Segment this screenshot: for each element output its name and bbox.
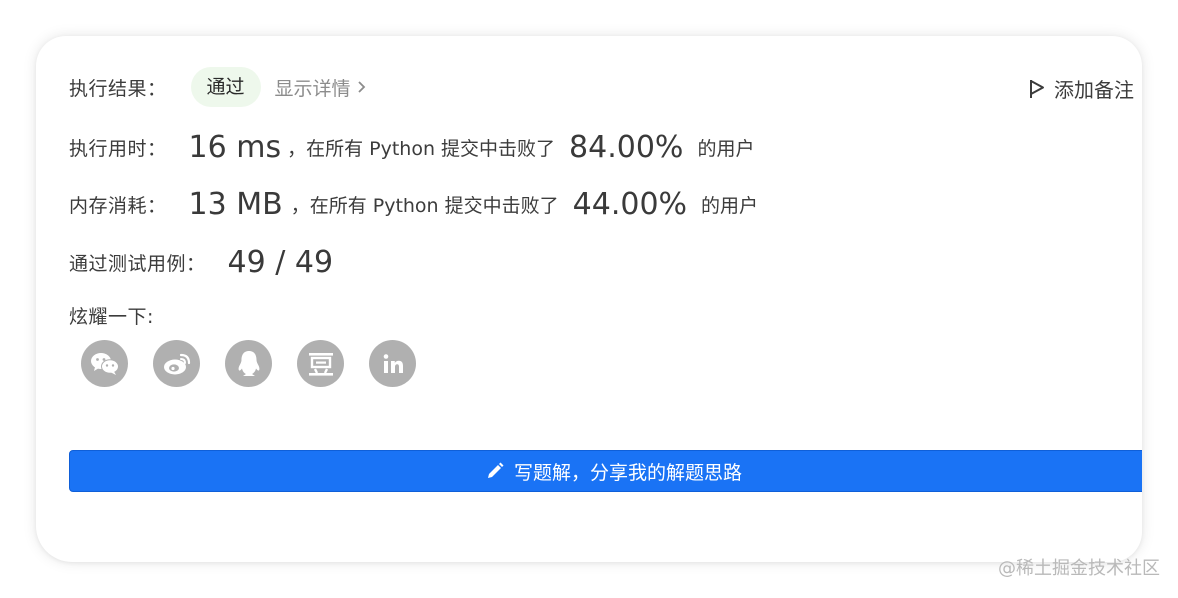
screenshot-stage: 执行结果： 通过 显示详情 添加备注 执行用时： 16 ms ，在所有 Pyth… bbox=[0, 0, 1178, 598]
testcases-label: 通过测试用例： bbox=[69, 252, 206, 275]
memory-label: 内存消耗： bbox=[69, 194, 167, 217]
write-solution-button[interactable]: 写题解，分享我的解题思路 bbox=[69, 450, 1142, 492]
share-weibo-button[interactable] bbox=[153, 340, 200, 387]
add-note-button[interactable]: 添加备注 bbox=[1028, 74, 1134, 103]
testcases-row: 通过测试用例： 49 / 49 bbox=[69, 241, 333, 283]
share-linkedin-button[interactable] bbox=[369, 340, 416, 387]
runtime-suffix: 的用户 bbox=[697, 137, 755, 160]
share-row-label: 炫耀一下: bbox=[69, 300, 154, 330]
result-label: 执行结果： bbox=[69, 77, 167, 100]
runtime-value: 16 ms bbox=[188, 129, 282, 165]
share-label: 炫耀一下: bbox=[69, 305, 154, 328]
share-wechat-button[interactable] bbox=[81, 340, 128, 387]
weibo-icon bbox=[163, 353, 190, 374]
runtime-beat-text: ，在所有 Python 提交中击败了 bbox=[287, 137, 556, 160]
memory-value: 13 MB bbox=[188, 186, 283, 222]
add-note-label: 添加备注 bbox=[1054, 78, 1134, 102]
memory-suffix: 的用户 bbox=[701, 194, 759, 217]
memory-row: 内存消耗： 13 MB ，在所有 Python 提交中击败了 44.00% 的用… bbox=[69, 183, 758, 225]
runtime-row: 执行用时： 16 ms ，在所有 Python 提交中击败了 84.00% 的用… bbox=[69, 126, 754, 168]
qq-icon bbox=[238, 350, 259, 376]
submission-result-card: 执行结果： 通过 显示详情 添加备注 执行用时： 16 ms ，在所有 Pyth… bbox=[36, 36, 1142, 562]
result-row: 执行结果： 通过 显示详情 bbox=[69, 66, 366, 108]
runtime-label: 执行用时： bbox=[69, 137, 167, 160]
runtime-percent: 84.00% bbox=[569, 129, 684, 165]
share-douban-button[interactable] bbox=[297, 340, 344, 387]
share-buttons bbox=[81, 340, 416, 387]
write-solution-label: 写题解，分享我的解题思路 bbox=[513, 461, 742, 484]
testcases-value: 49 / 49 bbox=[227, 244, 334, 280]
status-badge: 通过 bbox=[190, 67, 261, 107]
flag-icon bbox=[1030, 79, 1044, 98]
show-details-label: 显示详情 bbox=[274, 77, 351, 100]
memory-beat-text: ，在所有 Python 提交中击败了 bbox=[290, 194, 559, 217]
watermark-text: @稀土掘金技术社区 bbox=[998, 558, 1160, 579]
douban-icon bbox=[308, 352, 333, 376]
pencil-icon bbox=[487, 462, 504, 478]
share-qq-button[interactable] bbox=[225, 340, 272, 387]
memory-percent: 44.00% bbox=[572, 186, 688, 222]
linkedin-icon bbox=[383, 353, 403, 373]
wechat-icon bbox=[90, 352, 119, 375]
show-details-link[interactable]: 显示详情 bbox=[275, 74, 366, 101]
chevron-right-icon bbox=[357, 81, 365, 93]
